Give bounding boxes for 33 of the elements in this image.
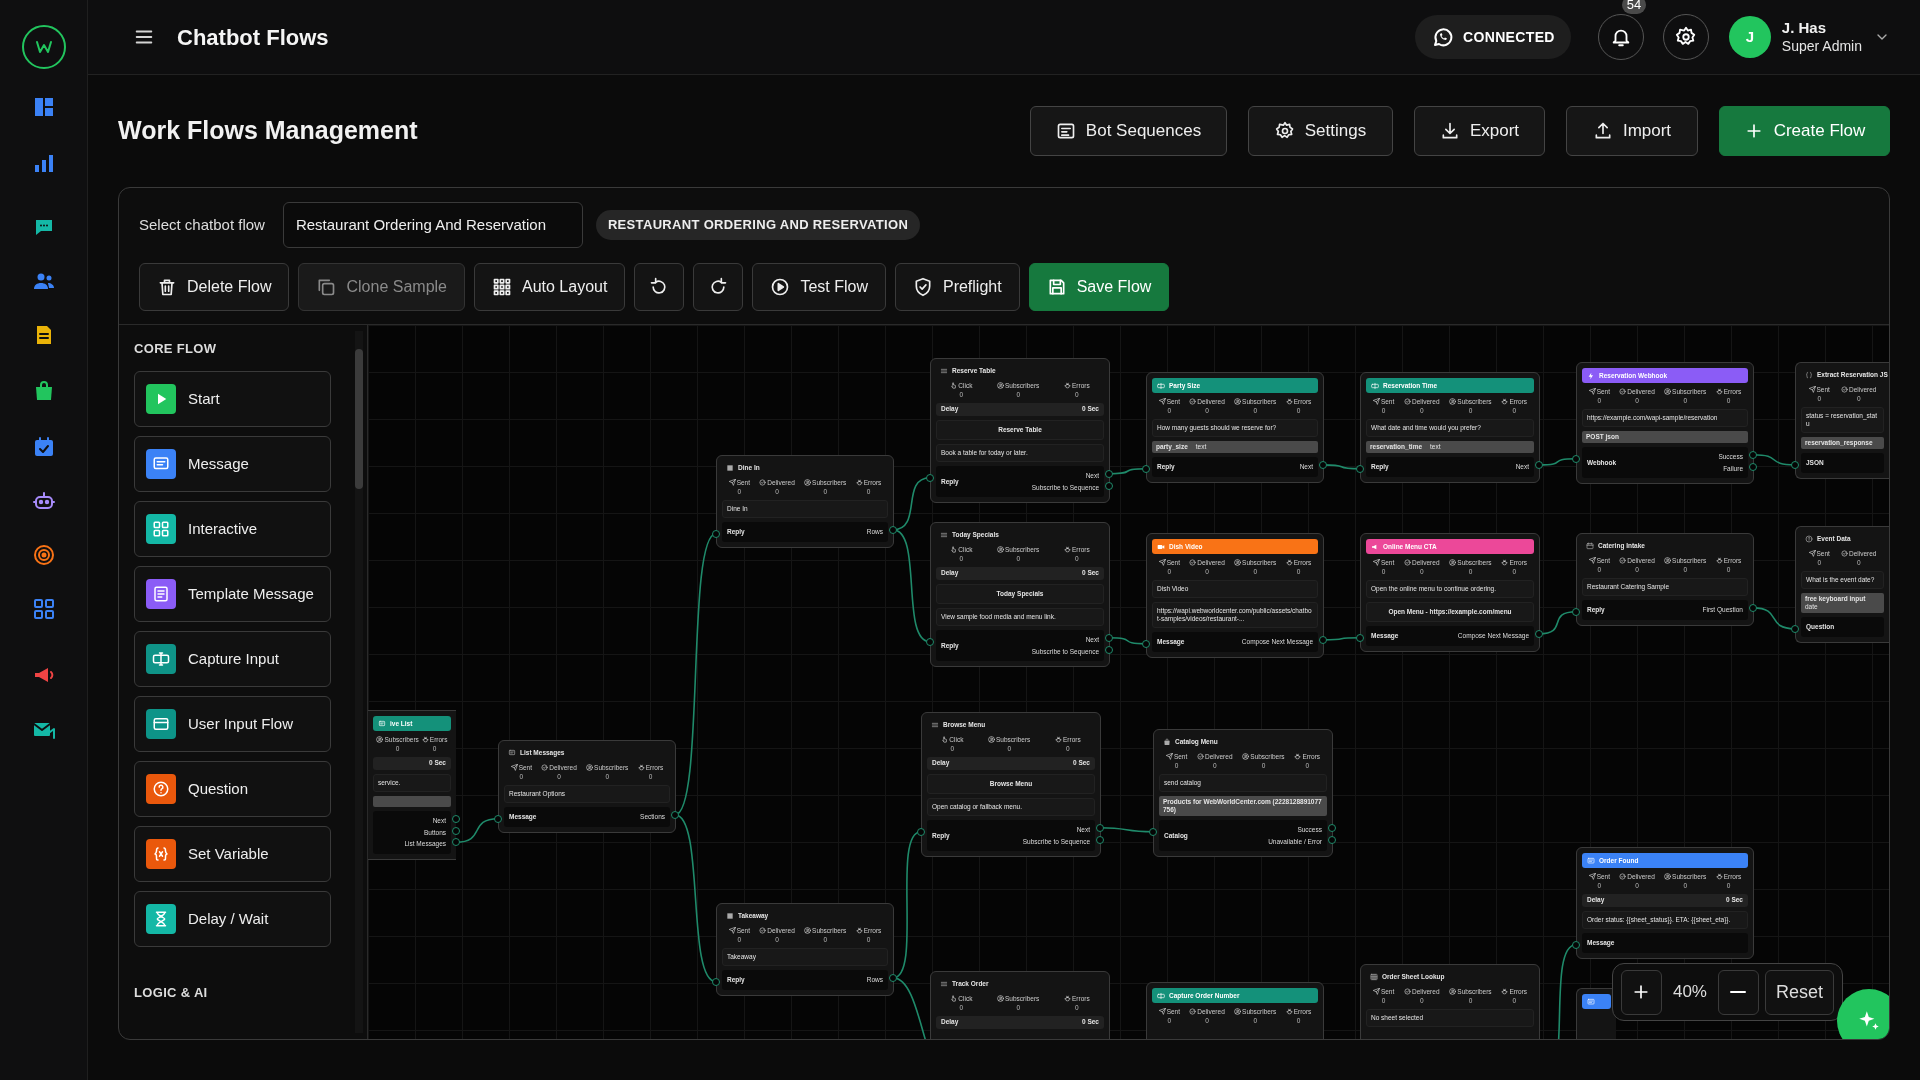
delete-button[interactable]: Delete Flow xyxy=(139,263,290,311)
import-button[interactable]: Import xyxy=(1566,106,1698,156)
save-button[interactable]: Save Flow xyxy=(1028,263,1170,311)
palette-item[interactable]: Capture Input xyxy=(134,630,331,687)
palette-item[interactable]: Start xyxy=(134,370,331,427)
palette-item[interactable]: Delay / Wait xyxy=(134,890,331,947)
flow-select[interactable]: Restaurant Ordering And Reservation xyxy=(282,202,583,248)
create-button[interactable]: Create Flow xyxy=(1719,106,1890,156)
user-role: Super Admin xyxy=(1781,37,1862,56)
flow-name-badge: RESTAURANT ORDERING AND RESERVATION xyxy=(595,210,921,240)
layout-button[interactable]: Auto Layout xyxy=(474,263,626,311)
section-heading: LOGIC & AI xyxy=(134,983,209,1002)
sequences-button[interactable]: Bot Sequences xyxy=(1030,106,1227,156)
palette-item[interactable]: Interactive xyxy=(134,500,331,557)
user-name: J. Has xyxy=(1781,18,1828,37)
section-heading: CORE FLOW xyxy=(134,340,218,358)
app-title: Chatbot Flows xyxy=(177,23,329,52)
test-button[interactable]: Test Flow xyxy=(752,263,886,311)
palette-item[interactable]: Question xyxy=(134,760,331,817)
palette-item[interactable]: Template Message xyxy=(134,565,331,622)
settings-button[interactable]: Settings xyxy=(1248,106,1393,156)
notification-count: 54 xyxy=(1621,0,1647,14)
user-avatar: J xyxy=(1728,16,1771,58)
page-title: Work Flows Management xyxy=(118,115,418,147)
palette-item[interactable]: Message xyxy=(134,435,331,492)
connection-status: CONNECTED xyxy=(1415,15,1571,59)
palette-item[interactable]: User Input Flow xyxy=(134,695,331,752)
preflight-button[interactable]: Preflight xyxy=(894,263,1020,311)
field-label: Select chatbot flow xyxy=(139,214,266,235)
export-button[interactable]: Export xyxy=(1414,106,1545,156)
reset-zoom-button[interactable]: Reset xyxy=(1764,969,1834,1015)
zoom-level: 40% xyxy=(1671,981,1708,1004)
palette-item[interactable]: Set Variable xyxy=(134,825,331,882)
